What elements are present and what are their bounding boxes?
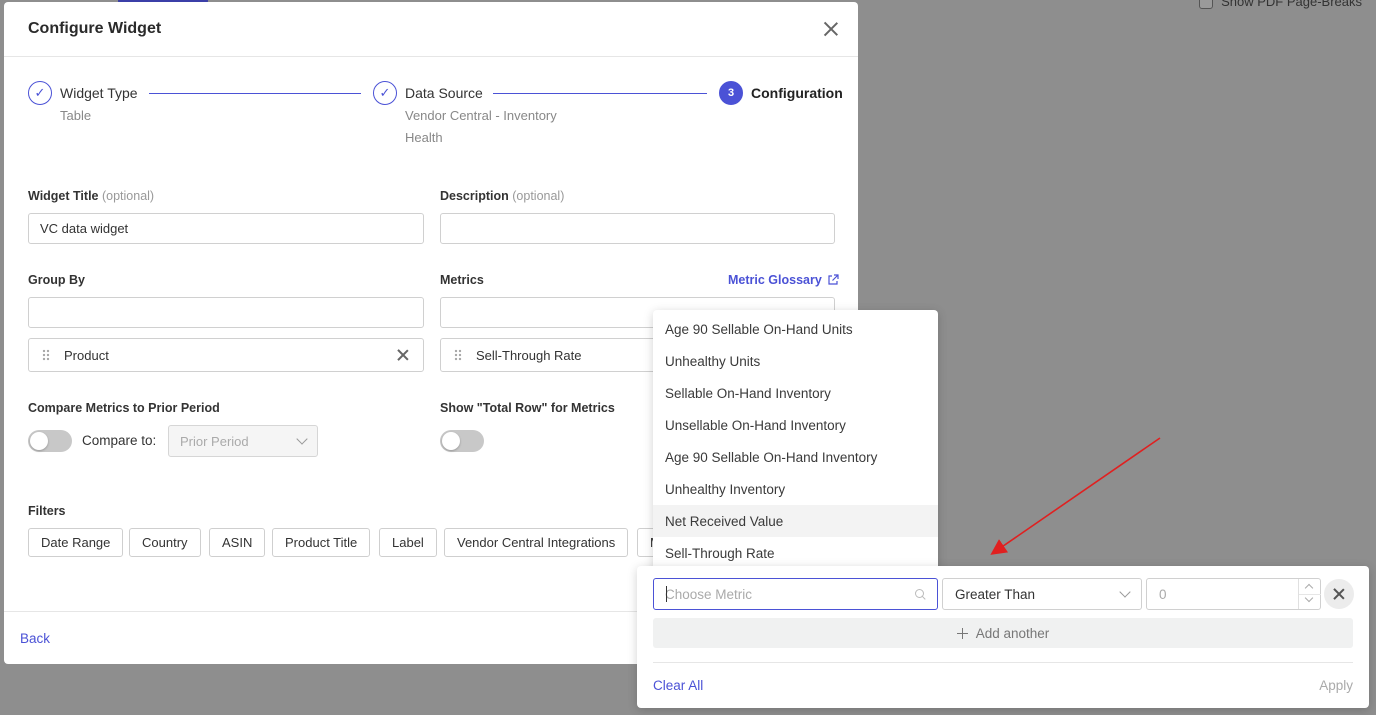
- widget-title-label-text: Widget Title: [28, 189, 99, 203]
- stepper-up-icon[interactable]: [1304, 583, 1314, 593]
- group-by-chip-label: Product: [64, 347, 109, 363]
- step-title: Configuration: [751, 85, 843, 101]
- filter-label[interactable]: Label: [379, 528, 437, 557]
- step-subtitle: Vendor Central - Inventory Health: [405, 108, 557, 145]
- dropdown-option[interactable]: Net Received Value: [653, 505, 938, 537]
- pdf-page-breaks-toggle[interactable]: Show PDF Page-Breaks: [1199, 0, 1362, 9]
- description-label-text: Description: [440, 189, 509, 203]
- compare-toggle[interactable]: [28, 430, 72, 452]
- step-connector: [493, 93, 707, 94]
- remove-filter-button[interactable]: [1324, 579, 1354, 609]
- operator-select[interactable]: Greater Than: [942, 578, 1142, 610]
- optional-hint: (optional): [101, 189, 155, 203]
- checkbox[interactable]: [1199, 0, 1214, 9]
- description-input[interactable]: [440, 213, 835, 244]
- dropdown-option[interactable]: Sell-Through Rate: [653, 537, 938, 569]
- back-button[interactable]: Back: [20, 631, 50, 646]
- chevron-down-icon: [296, 433, 308, 445]
- dropdown-option[interactable]: Age 90 Sellable On-Hand Inventory: [653, 441, 938, 473]
- value-placeholder: 0: [1159, 586, 1167, 602]
- description-label: Description (optional): [440, 189, 564, 203]
- stepper-down-icon[interactable]: [1304, 593, 1314, 603]
- check-icon: ✓: [28, 81, 52, 105]
- chevron-down-icon: [1119, 586, 1131, 598]
- remove-icon[interactable]: [397, 349, 409, 361]
- divider: [653, 662, 1353, 663]
- optional-hint: (optional): [512, 189, 565, 203]
- total-row-toggle[interactable]: [440, 430, 484, 452]
- filter-asin[interactable]: ASIN: [209, 528, 266, 557]
- clear-all-button[interactable]: Clear All: [653, 678, 703, 693]
- check-icon: ✓: [373, 81, 397, 105]
- step-widget-type[interactable]: ✓ Widget Type Table: [28, 81, 235, 127]
- metric-filter-panel: Choose Metric Greater Than 0 Add another…: [637, 566, 1369, 708]
- compare-label: Compare Metrics to Prior Period: [28, 401, 220, 415]
- add-another-button[interactable]: Add another: [653, 618, 1353, 648]
- compare-to-label: Compare to:: [82, 433, 157, 448]
- drag-handle-icon[interactable]: [42, 349, 50, 361]
- step-data-source[interactable]: ✓ Data Source Vendor Central - Inventory…: [373, 81, 575, 149]
- step-configuration: 3 Configuration: [719, 81, 843, 105]
- modal-header: Configure Widget: [4, 2, 858, 57]
- widget-title-input[interactable]: VC data widget: [28, 213, 424, 244]
- dropdown-option[interactable]: Sellable On-Hand Inventory: [653, 377, 938, 409]
- pdf-page-breaks-label: Show PDF Page-Breaks: [1221, 0, 1362, 9]
- value-input[interactable]: 0: [1146, 578, 1321, 610]
- group-by-input[interactable]: [28, 297, 424, 328]
- filters-label: Filters: [28, 504, 66, 518]
- widget-title-value: VC data widget: [40, 221, 129, 236]
- metric-glossary-text: Metric Glossary: [728, 273, 822, 287]
- prior-period-select[interactable]: Prior Period: [168, 425, 318, 457]
- metric-glossary-link[interactable]: Metric Glossary: [728, 273, 839, 287]
- dropdown-option[interactable]: Age 90 Sellable On-Hand Units: [653, 313, 938, 345]
- modal-title: Configure Widget: [28, 20, 162, 37]
- filter-date-range[interactable]: Date Range: [28, 528, 124, 557]
- metrics-label: Metrics: [440, 273, 484, 287]
- external-link-icon: [828, 274, 839, 285]
- filter-vendor-central-integrations[interactable]: Vendor Central Integrations: [444, 528, 629, 557]
- dropdown-option[interactable]: Unsellable On-Hand Inventory: [653, 409, 938, 441]
- number-stepper[interactable]: [1298, 579, 1321, 609]
- dropdown-option[interactable]: Unhealthy Inventory: [653, 473, 938, 505]
- text-cursor: [666, 586, 667, 602]
- search-icon: [915, 588, 926, 600]
- step-connector: [149, 93, 361, 94]
- filter-product-title[interactable]: Product Title: [272, 528, 371, 557]
- close-icon[interactable]: [824, 22, 838, 36]
- total-row-label: Show "Total Row" for Metrics: [440, 401, 615, 415]
- operator-value: Greater Than: [955, 586, 1036, 602]
- add-another-label: Add another: [975, 625, 1050, 641]
- plus-icon: [956, 627, 968, 639]
- choose-metric-input[interactable]: Choose Metric: [653, 578, 938, 610]
- widget-title-label: Widget Title (optional): [28, 189, 154, 203]
- stepper: ✓ Widget Type Table ✓ Data Source Vendor…: [28, 81, 843, 151]
- group-by-chip[interactable]: Product: [28, 338, 424, 372]
- group-by-label: Group By: [28, 273, 85, 287]
- dropdown-option[interactable]: Unhealthy Units: [653, 345, 938, 377]
- drag-handle-icon[interactable]: [454, 349, 462, 361]
- step-subtitle: Table: [60, 108, 92, 123]
- metrics-chip-label: Sell-Through Rate: [476, 347, 582, 363]
- choose-metric-placeholder: Choose Metric: [665, 586, 753, 602]
- apply-button[interactable]: Apply: [1319, 678, 1353, 693]
- metric-dropdown: Age 90 Sellable On-Hand Units Unhealthy …: [653, 310, 938, 575]
- step-number: 3: [719, 81, 743, 105]
- prior-period-value: Prior Period: [180, 433, 249, 449]
- filter-country[interactable]: Country: [129, 528, 201, 557]
